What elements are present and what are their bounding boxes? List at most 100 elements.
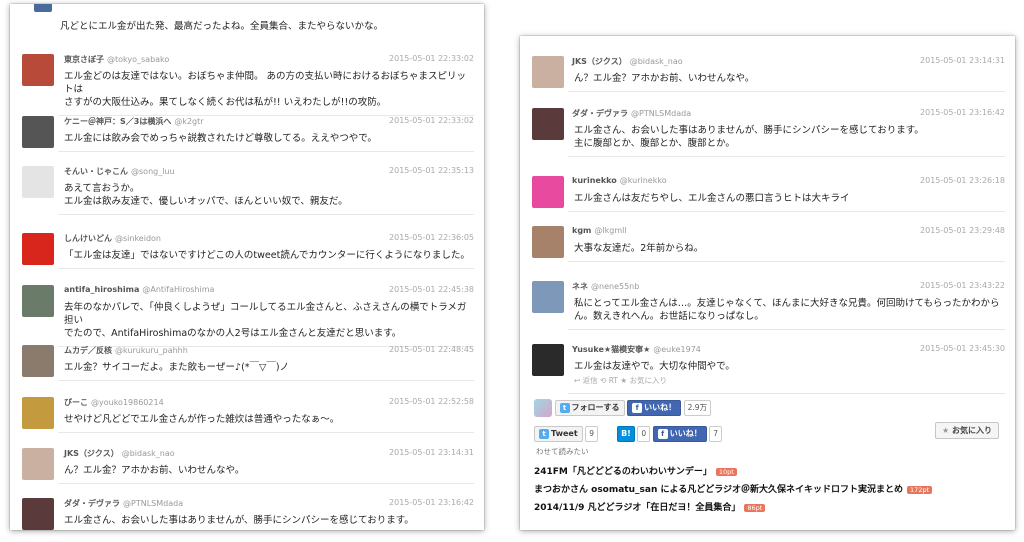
tweet-timestamp[interactable]: 2015-05-01 22:45:38 bbox=[389, 285, 474, 294]
tweet-timestamp[interactable]: 2015-05-01 23:43:22 bbox=[920, 281, 1005, 290]
tweet-line: エル金さん、お会いした事はありませんが、勝手にシンパシーを感じております。 bbox=[574, 125, 924, 136]
tweet-meta: kgm @lkgmll 2015-05-01 23:29:48 bbox=[572, 226, 1005, 238]
tweet-timestamp[interactable]: 2015-05-01 22:36:05 bbox=[389, 233, 474, 242]
tweet-timestamp[interactable]: 2015-05-01 23:16:42 bbox=[920, 108, 1005, 117]
tweet-timestamp[interactable]: 2015-05-01 23:16:42 bbox=[389, 498, 474, 507]
avatar[interactable] bbox=[532, 56, 564, 88]
tweet-meta: ダダ・デヴァラ @PTNLSMdada 2015-05-01 23:16:42 bbox=[572, 108, 1005, 120]
avatar[interactable] bbox=[532, 108, 564, 140]
user-name[interactable]: Yusuke★猫模安寧★ bbox=[572, 345, 650, 354]
tweet-timestamp[interactable]: 2015-05-01 22:48:45 bbox=[389, 345, 474, 354]
avatar[interactable] bbox=[532, 176, 564, 208]
avatar[interactable] bbox=[532, 281, 564, 313]
facebook-like-button[interactable]: f いいね！ bbox=[627, 400, 682, 416]
user-name[interactable]: しんけいどん bbox=[64, 234, 112, 243]
user-name[interactable]: JKS（ジクス） bbox=[572, 57, 627, 66]
tweet-timestamp[interactable]: 2015-05-01 23:14:31 bbox=[920, 56, 1005, 65]
avatar[interactable] bbox=[22, 166, 54, 198]
tweet-timestamp[interactable]: 2015-05-01 22:33:02 bbox=[389, 116, 474, 125]
facebook-icon: f bbox=[657, 428, 668, 439]
user-handle[interactable]: @kurinekko bbox=[620, 176, 667, 185]
related-article-title[interactable]: 2014/11/9 凡どどラジオ「在日だヨ！全員集合」 bbox=[534, 503, 740, 513]
related-article-title[interactable]: まつおかさん osomatu_san による凡どどラジオ＠新大久保ネイキッドロフ… bbox=[534, 485, 903, 495]
user-handle[interactable]: @AntifaHiroshima bbox=[142, 285, 214, 294]
avatar[interactable] bbox=[22, 54, 54, 86]
star-icon: ★ bbox=[942, 426, 950, 435]
user-handle[interactable]: @lkgmll bbox=[594, 226, 626, 235]
hatena-bookmark-button[interactable]: B! bbox=[617, 426, 635, 442]
user-handle[interactable]: @euke1974 bbox=[653, 345, 701, 354]
user-handle[interactable]: @bidask_nao bbox=[630, 57, 683, 66]
tweet-text: 「エル金は友達」ではないですけどこの人のtweet読んでカウンターに行くようにな… bbox=[58, 246, 474, 269]
user-handle[interactable]: @PTNLSMdada bbox=[631, 109, 691, 118]
user-name[interactable]: ネネ bbox=[572, 282, 588, 291]
user-handle[interactable]: @sinkeidon bbox=[115, 234, 161, 243]
tweet-timestamp[interactable]: 2015-05-01 23:29:48 bbox=[920, 226, 1005, 235]
tweet-timestamp[interactable]: 2015-05-01 23:14:31 bbox=[389, 448, 474, 457]
user-handle[interactable]: @kurukuru_pahhh bbox=[115, 346, 188, 355]
tweet-meta: そんい・じゃこん @song_luu 2015-05-01 22:35:13 bbox=[64, 166, 474, 178]
tweet-line: エル金どのは友達ではない。おぼちゃま仲間。 あの方の支払い時におけるおぼちゃまス… bbox=[64, 71, 467, 95]
tweet-meta: びーこ @youko19860214 2015-05-01 22:52:58 bbox=[64, 397, 474, 409]
tweet-line: ん？エル金？アホかお前、いわせんなや。 bbox=[64, 465, 245, 476]
tweet-meta: kurinekko @kurinekko 2015-05-01 23:26:18 bbox=[572, 176, 1005, 188]
user-handle[interactable]: @tokyo_sabako bbox=[107, 55, 169, 64]
tweet-meta: ケニー＠神戸：S／3は横浜へ @k2gtr 2015-05-01 22:33:02 bbox=[64, 116, 474, 128]
user-handle[interactable]: @bidask_nao bbox=[122, 449, 175, 458]
tweet-meta: 東京さぼ子 @tokyo_sabako 2015-05-01 22:33:02 bbox=[64, 54, 474, 66]
user-name[interactable]: 東京さぼ子 bbox=[64, 55, 104, 64]
user-name[interactable]: kurinekko bbox=[572, 176, 617, 185]
avatar[interactable] bbox=[532, 226, 564, 258]
tweet-timestamp[interactable]: 2015-05-01 23:45:30 bbox=[920, 344, 1005, 353]
tweet-meta: antifa_hiroshima @AntifaHiroshima 2015-05-… bbox=[64, 285, 474, 297]
avatar[interactable] bbox=[22, 397, 54, 429]
avatar[interactable] bbox=[22, 233, 54, 265]
user-name[interactable]: ダダ・デヴァラ bbox=[64, 499, 120, 508]
user-name[interactable]: JKS（ジクス） bbox=[64, 449, 119, 458]
user-handle[interactable]: @PTNLSMdada bbox=[123, 499, 183, 508]
favorite-button[interactable]: ★ お気に入り bbox=[935, 422, 999, 439]
avatar[interactable] bbox=[22, 448, 54, 480]
tweet-text: あえて言おうか。 エル金は飲み友達で、優しいオッパで、ほんといい奴で、親友だ。 bbox=[58, 179, 474, 215]
tweet-meta: Yusuke★猫模安寧★ @euke1974 2015-05-01 23:45:30 bbox=[572, 344, 1005, 356]
tweet-meta: ネネ @nene55nb 2015-05-01 23:43:22 bbox=[572, 281, 1005, 293]
user-handle[interactable]: @nene55nb bbox=[591, 282, 639, 291]
follow-button[interactable]: t フォローする bbox=[554, 400, 625, 416]
tweet-line: 去年のなかパレで、「仲良くしようぜ」コールしてるエル金さんと、ふさえさんの横でト… bbox=[64, 302, 467, 326]
user-handle[interactable]: @song_luu bbox=[131, 167, 175, 176]
avatar[interactable] bbox=[34, 4, 52, 12]
user-name[interactable]: kgm bbox=[572, 226, 591, 235]
user-name[interactable]: antifa_hiroshima bbox=[64, 285, 139, 294]
avatar[interactable] bbox=[22, 285, 54, 317]
tweet-meta: JKS（ジクス） @bidask_nao 2015-05-01 23:14:31 bbox=[64, 448, 474, 460]
related-article-link[interactable]: まつおかさん osomatu_san による凡どどラジオ＠新大久保ネイキッドロフ… bbox=[534, 482, 933, 495]
tweet-actions[interactable]: ↩ 返信 ⟲ RT ★ お気に入り bbox=[574, 374, 1005, 387]
related-article-link[interactable]: 241FM「凡どどどるのわいわいサンデー」 10pt bbox=[534, 464, 737, 477]
tweet-count: 9 bbox=[585, 426, 598, 442]
tweet-text: エル金は友達やで。大切な仲間やで。 ↩ 返信 ⟲ RT ★ お気に入り bbox=[568, 357, 1005, 394]
tweet-line: でたので、AntifaHiroshimaのなかの人2号はエル金さんと友達だと思い… bbox=[64, 328, 402, 339]
avatar[interactable] bbox=[22, 498, 54, 530]
user-handle[interactable]: @k2gtr bbox=[174, 117, 203, 126]
user-name[interactable]: ムカデ／反核 bbox=[64, 346, 112, 355]
tweet-timestamp[interactable]: 2015-05-01 22:35:13 bbox=[389, 166, 474, 175]
user-name[interactable]: ダダ・デヴァラ bbox=[572, 109, 628, 118]
avatar[interactable] bbox=[22, 116, 54, 148]
tweet-text: ん？エル金？アホかお前、いわせんなや。 bbox=[58, 461, 474, 484]
facebook-like-button-2[interactable]: f いいね！ bbox=[652, 426, 707, 442]
related-article-link[interactable]: 2014/11/9 凡どどラジオ「在日だヨ！全員集合」 86pt bbox=[534, 500, 766, 513]
tweet-timestamp[interactable]: 2015-05-01 22:33:02 bbox=[389, 54, 474, 63]
tweet-timestamp[interactable]: 2015-05-01 23:26:18 bbox=[920, 176, 1005, 185]
user-name[interactable]: ケニー＠神戸：S／3は横浜へ bbox=[64, 117, 171, 126]
tweet-button[interactable]: t Tweet bbox=[534, 426, 583, 442]
tweet-text: エル金？サイコーだよ。また飲もーぜー♪(*￣▽￣)ノ bbox=[58, 358, 474, 381]
user-name[interactable]: びーこ bbox=[64, 398, 88, 407]
avatar[interactable] bbox=[532, 344, 564, 376]
user-handle[interactable]: @youko19860214 bbox=[91, 398, 164, 407]
tweet-text: エル金さんは友だちやし、エル金さんの悪口言うヒトは大キライ bbox=[568, 189, 1005, 212]
tweet-timestamp[interactable]: 2015-05-01 22:52:58 bbox=[389, 397, 474, 406]
avatar[interactable] bbox=[22, 345, 54, 377]
user-name[interactable]: そんい・じゃこん bbox=[64, 167, 128, 176]
related-article-title[interactable]: 241FM「凡どどどるのわいわいサンデー」 bbox=[534, 467, 712, 477]
avatar[interactable] bbox=[534, 399, 552, 417]
